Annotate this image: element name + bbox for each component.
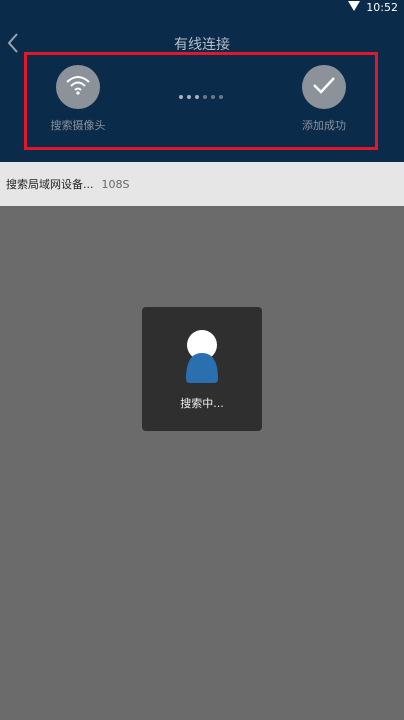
search-status-row: 搜索局域网设备... 108S <box>0 162 404 206</box>
step-success-label: 添加成功 <box>302 119 346 132</box>
status-bar: 10:52 <box>0 0 404 14</box>
wifi-icon <box>65 75 91 99</box>
step-success-circle <box>302 65 346 109</box>
progress-dot <box>203 95 207 99</box>
progress-dot <box>219 95 223 99</box>
loading-toast: 搜索中... <box>142 307 262 431</box>
step-add-success: 添加成功 <box>279 65 369 145</box>
steps-highlight-box: 搜索摄像头 添加成功 <box>24 52 378 150</box>
search-status-text: 搜索局域网设备... <box>6 178 94 191</box>
progress-dot <box>195 95 199 99</box>
progress-dot <box>187 95 191 99</box>
person-search-icon <box>182 327 222 387</box>
step-search-camera: 搜索摄像头 <box>33 65 123 145</box>
status-right: 10:52 <box>348 0 398 14</box>
clock-time: 10:52 <box>366 0 398 14</box>
header: 有线连接 搜索摄像头 添加成功 <box>0 14 404 162</box>
wifi-strength-icon <box>348 0 361 14</box>
progress-dots <box>179 93 229 101</box>
toast-text: 搜索中... <box>180 397 224 410</box>
progress-dot <box>211 95 215 99</box>
search-timer: 108S <box>101 177 130 191</box>
progress-dot <box>179 95 183 99</box>
step-search-label: 搜索摄像头 <box>50 119 106 132</box>
check-icon <box>312 76 336 98</box>
modal-overlay <box>0 206 404 720</box>
page-title: 有线连接 <box>174 37 230 53</box>
step-search-circle <box>56 65 100 109</box>
